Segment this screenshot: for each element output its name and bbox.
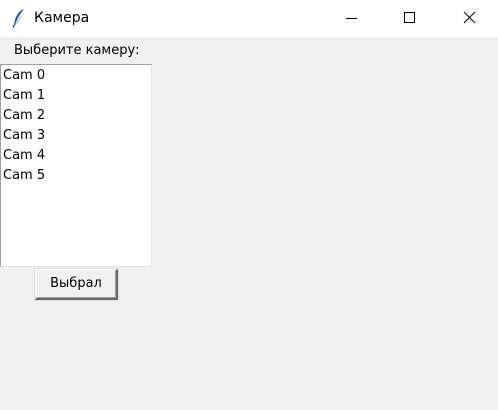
camera-prompt-label: Выберите камеру: <box>14 43 140 58</box>
camera-list-item[interactable]: Cam 3 <box>1 126 151 146</box>
minimize-icon <box>346 18 357 19</box>
feather-icon <box>12 8 26 28</box>
minimize-button[interactable] <box>323 0 381 37</box>
maximize-button[interactable] <box>381 0 439 37</box>
close-button[interactable] <box>440 0 498 37</box>
camera-list-item[interactable]: Cam 4 <box>1 146 151 166</box>
maximize-icon <box>404 12 415 23</box>
title-bar[interactable]: Камера <box>0 0 498 37</box>
close-icon <box>463 11 476 24</box>
camera-list-item[interactable]: Cam 0 <box>1 66 151 86</box>
camera-list-item[interactable]: Cam 2 <box>1 106 151 126</box>
camera-list-item[interactable]: Cam 5 <box>1 166 151 186</box>
select-camera-button[interactable]: Выбрал <box>35 269 118 300</box>
camera-listbox[interactable]: Cam 0 Cam 1 Cam 2 Cam 3 Cam 4 Cam 5 <box>0 64 152 267</box>
window-title: Камера <box>34 10 90 26</box>
camera-list-item[interactable]: Cam 1 <box>1 86 151 106</box>
